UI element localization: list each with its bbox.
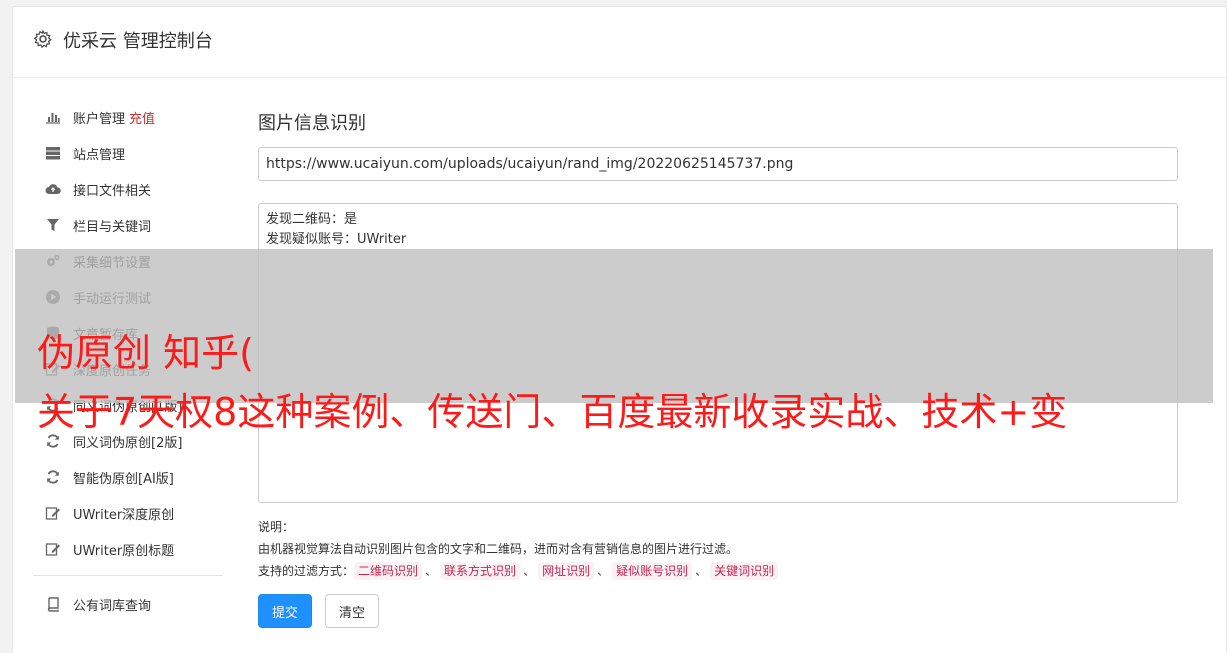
sidebar-divider	[33, 575, 223, 576]
desc-title: 说明：	[258, 520, 295, 534]
sidebar-item-label: 接口文件相关	[73, 183, 152, 199]
edit-icon	[43, 539, 63, 559]
section-title: 图片信息识别	[258, 113, 366, 134]
sidebar-item-label: 账户管理	[73, 111, 126, 127]
result-line: 发现二维码：是	[266, 212, 358, 227]
refresh-icon	[43, 467, 63, 487]
separator: 、	[597, 564, 610, 578]
button-row: 提交 清空	[258, 594, 1178, 628]
sidebar-item-label: 栏目与关键词	[73, 219, 152, 235]
book-icon	[43, 594, 63, 614]
clear-button[interactable]: 清空	[325, 594, 379, 628]
card-header: 优采云 管理控制台	[13, 7, 1226, 78]
overlay-subheadline: 关于7天权8这种案例、传送门、百度最新收录实战、技术+变	[37, 390, 1068, 434]
filter-methods: 支持的过滤方式： 二维码识别、联系方式识别、网址识别、疑似账号识别、关键词识别	[258, 560, 1178, 582]
watermark-band	[15, 249, 1213, 403]
sidebar-item-label: 公有词库查询	[73, 598, 152, 614]
sidebar-item[interactable]: 公有词库查询	[33, 586, 225, 622]
description: 说明： 由机器视觉算法自动识别图片包含的文字和二维码，进而对含有营销信息的图片进…	[258, 516, 1178, 582]
page-title: 优采云 管理控制台	[63, 31, 213, 52]
filter-tag: 关键词识别	[710, 562, 779, 580]
sidebar-item-label: 智能伪原创[AI版]	[73, 471, 174, 487]
filter-tag: 疑似账号识别	[612, 562, 693, 580]
sidebar-item-label: UWriter原创标题	[73, 543, 175, 559]
cloud-upload-icon	[43, 179, 63, 199]
desc-text: 由机器视觉算法自动识别图片包含的文字和二维码，进而对含有营销信息的图片进行过滤。	[258, 542, 739, 556]
result-line: 发现疑似账号：UWriter	[266, 232, 407, 247]
submit-button[interactable]: 提交	[258, 594, 312, 628]
filter-tag: 联系方式识别	[440, 562, 521, 580]
separator: 、	[695, 564, 708, 578]
server-icon	[43, 143, 63, 163]
filter-tag: 二维码识别	[354, 562, 423, 580]
sidebar-item[interactable]: 接口文件相关	[33, 171, 225, 207]
image-url-input[interactable]	[258, 147, 1178, 181]
sidebar-item[interactable]: 栏目与关键词	[33, 207, 225, 243]
sidebar-item[interactable]: 账户管理 充值	[33, 99, 225, 135]
separator: 、	[523, 564, 536, 578]
filter-label: 支持的过滤方式：	[258, 564, 355, 578]
filter-tag: 网址识别	[538, 562, 595, 580]
sidebar-item-label: 站点管理	[73, 147, 126, 163]
sidebar-item[interactable]: 智能伪原创[AI版]	[33, 459, 225, 495]
recharge-link[interactable]: 充值	[129, 108, 155, 127]
gear-icon	[33, 29, 53, 49]
overlay-headline: 伪原创 知乎(	[37, 331, 254, 375]
separator: 、	[425, 564, 438, 578]
bar-chart-icon	[43, 107, 63, 127]
sidebar-item-label: UWriter深度原创	[73, 507, 175, 523]
sidebar-item[interactable]: UWriter深度原创	[33, 495, 225, 531]
sidebar-item[interactable]: UWriter原创标题	[33, 531, 225, 567]
sidebar-item[interactable]: 站点管理	[33, 135, 225, 171]
edit-icon	[43, 503, 63, 523]
filter-icon	[43, 215, 63, 235]
